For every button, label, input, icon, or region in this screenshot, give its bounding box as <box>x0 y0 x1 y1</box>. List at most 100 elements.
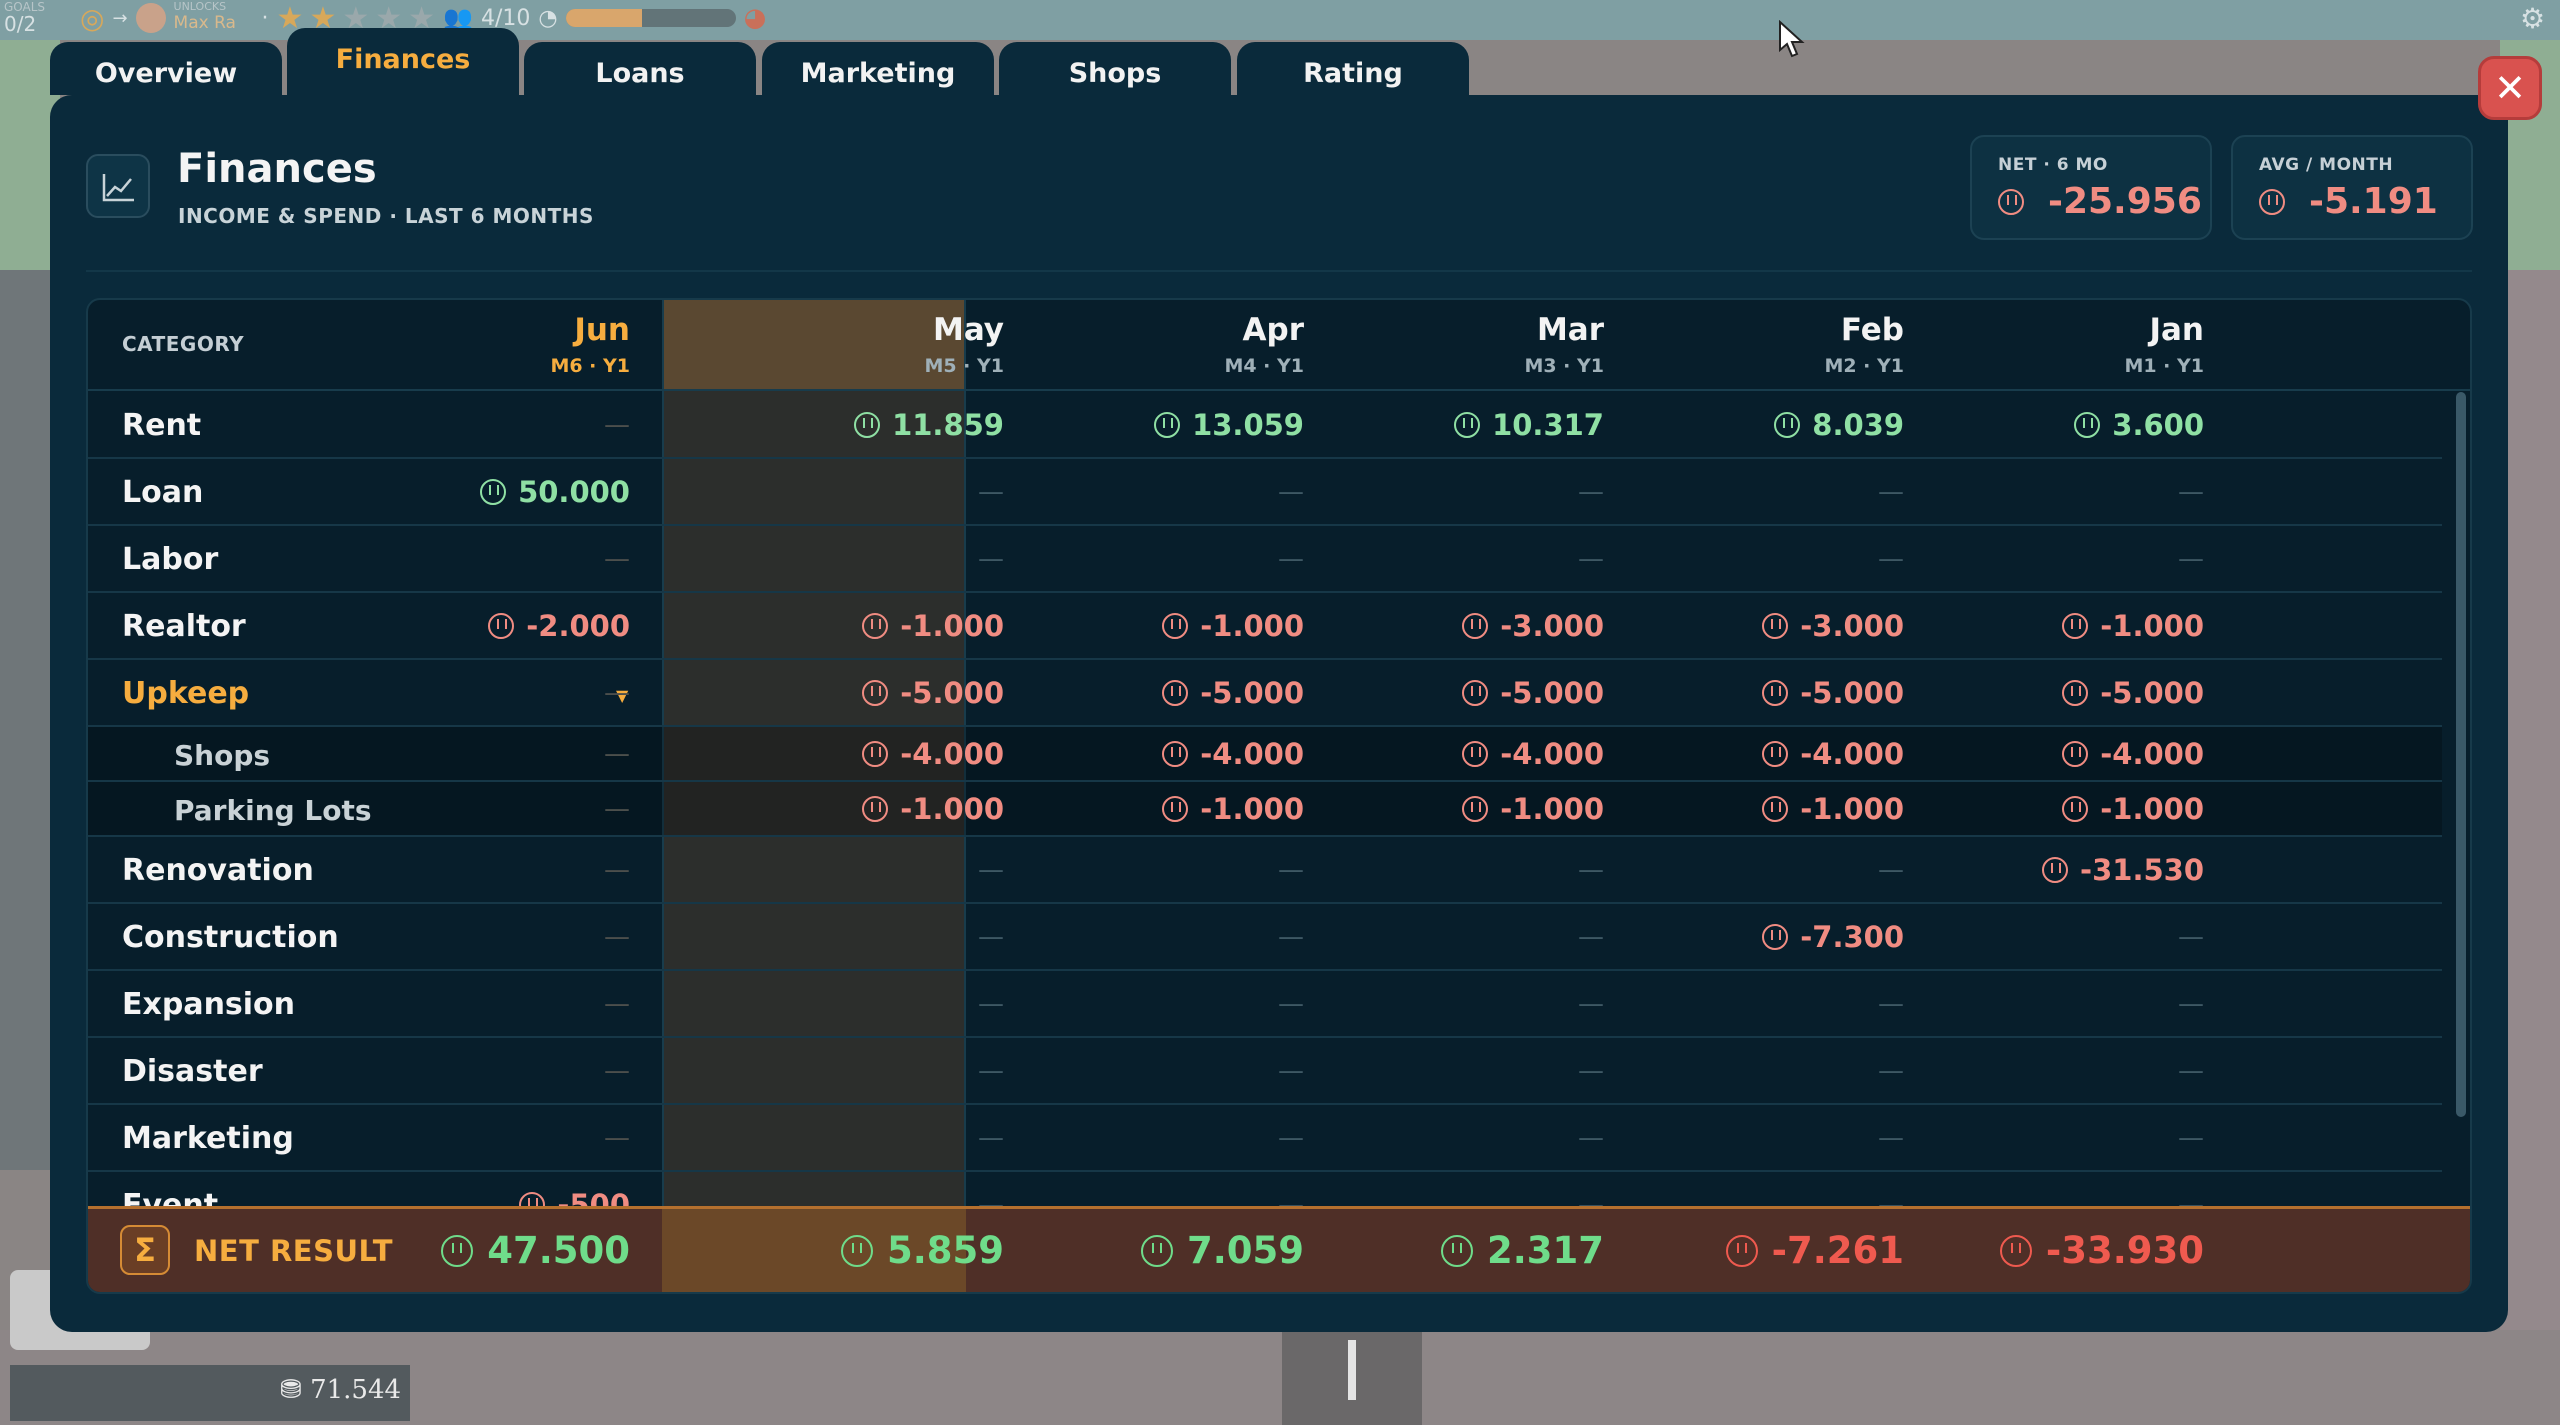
coin-icon <box>1762 923 1789 950</box>
empty-value: — <box>1278 1122 1304 1153</box>
month-sub-label: M4 · Y1 <box>1224 355 1304 377</box>
progress-bar <box>565 9 736 27</box>
stat-value: -5.191 <box>2259 181 2438 222</box>
month-sub-label: M5 · Y1 <box>924 355 1004 377</box>
mouse-cursor-icon <box>1779 20 1805 58</box>
finance-row-shops: Shops — -4.000 -4.000 -4.000 -4.000 -4.000 <box>88 727 2442 782</box>
empty-value: — <box>604 793 630 824</box>
amount-value: -1.000 <box>704 593 1004 658</box>
empty-value: — <box>604 1122 630 1153</box>
amount-value: -7.300 <box>1604 904 1904 969</box>
tab-marketing[interactable]: Marketing <box>762 42 994 95</box>
stat-label: NET · 6 MO <box>1998 155 2108 175</box>
amount-value: -5.000 <box>1904 660 2204 725</box>
month-label: Jan <box>2149 312 2204 348</box>
amount-value: -31.530 <box>1904 837 2204 902</box>
finance-row-renovation: Renovation — — — — — -31.530 <box>88 837 2442 904</box>
amount-value: -4.000 <box>1904 727 2204 780</box>
coin-icon <box>2062 795 2089 822</box>
empty-value: — <box>978 1055 1004 1086</box>
coin-icon <box>1762 795 1789 822</box>
finance-row-realtor: Realtor -2.000 -1.000 -1.000 -3.000 -3.000 -1.… <box>88 593 2442 660</box>
clock-icon: ◔ <box>538 5 558 31</box>
amount-value: 8.039 <box>1604 392 1904 457</box>
empty-value: — <box>1578 543 1604 574</box>
amount-value: -5.000 <box>1604 660 1904 725</box>
empty-value: — <box>2178 476 2204 507</box>
stat-value: -25.956 <box>1998 181 2202 222</box>
net-value: -33.930 <box>1904 1209 2204 1292</box>
coin-icon <box>2259 188 2285 215</box>
coin-icon <box>862 612 889 639</box>
amount-value: -1.000 <box>1904 593 2204 658</box>
empty-value: — <box>1878 543 1904 574</box>
coin-icon <box>1762 740 1789 767</box>
page-title: Finances <box>177 146 377 192</box>
empty-value: — <box>978 476 1004 507</box>
population-value: 4/10 <box>480 5 531 31</box>
map-tile <box>2500 270 2560 1425</box>
amount-value: -4.000 <box>1304 727 1604 780</box>
row-label: Loan <box>122 475 204 510</box>
empty-value: — <box>604 921 630 952</box>
close-button[interactable]: ✕ <box>2478 56 2542 120</box>
coin-icon <box>1440 1234 1473 1267</box>
column-header-feb: Feb M2 · Y1 <box>1604 300 1904 390</box>
coin-icon <box>2062 740 2089 767</box>
amount-value: -3.000 <box>1304 593 1604 658</box>
scrollbar[interactable] <box>2456 392 2466 1117</box>
empty-value: — <box>1278 543 1304 574</box>
empty-value: — <box>1278 854 1304 885</box>
coin-icon <box>840 1234 873 1267</box>
coin-icon <box>862 795 889 822</box>
coin-icon <box>1162 679 1189 706</box>
row-label: Expansion <box>122 987 296 1022</box>
tab-overview[interactable]: Overview <box>50 42 282 95</box>
tab-loans[interactable]: Loans <box>524 42 756 95</box>
rating-icon: ◎ <box>80 1 105 35</box>
unlocks-name: Max Ra <box>173 13 236 33</box>
empty-value: — <box>1878 1055 1904 1086</box>
settings-icon[interactable]: ⚙ <box>2520 0 2545 36</box>
empty-value: — <box>1578 921 1604 952</box>
tab-finances[interactable]: Finances <box>287 28 519 95</box>
row-label: Marketing <box>122 1121 294 1156</box>
avg-month-card: AVG / MONTH -5.191 <box>2231 135 2473 240</box>
row-label: Upkeep <box>122 676 250 711</box>
month-label: Apr <box>1242 312 1304 348</box>
empty-value: — <box>2178 921 2204 952</box>
finance-row-rent: Rent — 11.859 13.059 10.317 8.039 3.600 <box>88 392 2442 459</box>
coin-icon <box>862 679 889 706</box>
unlocks-label: UNLOCKS <box>173 0 227 13</box>
amount-value: -1.000 <box>1004 782 1304 835</box>
amount-value: -5.000 <box>1304 660 1604 725</box>
column-header-mar: Mar M3 · Y1 <box>1304 300 1604 390</box>
finance-row-loan: Loan 50.000 — — — — — <box>88 459 2442 526</box>
column-header-jan: Jan M1 · Y1 <box>1904 300 2204 390</box>
amount-value: -2.000 <box>330 593 630 658</box>
coin-icon <box>862 740 889 767</box>
empty-value: — <box>978 1122 1004 1153</box>
net-value: -7.261 <box>1604 1209 1904 1292</box>
tab-rating[interactable]: Rating <box>1237 42 1469 95</box>
finance-row-upkeep[interactable]: Upkeep ▼ — -5.000 -5.000 -5.000 -5.000 -5.000 <box>88 660 2442 727</box>
empty-value: — <box>978 543 1004 574</box>
column-header-apr: Apr M4 · Y1 <box>1004 300 1304 390</box>
row-label: Shops <box>174 739 271 772</box>
amount-value: 50.000 <box>330 459 630 524</box>
month-sub-label: M1 · Y1 <box>2124 355 2204 377</box>
tab-shops[interactable]: Shops <box>999 42 1231 95</box>
finance-row-marketing: Marketing — — — — — — <box>88 1105 2442 1172</box>
amount-value: -5.000 <box>704 660 1004 725</box>
amount-value: -4.000 <box>704 727 1004 780</box>
net-value: 7.059 <box>1004 1209 1304 1292</box>
column-header-jun: Jun M6 · Y1 <box>330 300 630 390</box>
coin-icon <box>1140 1234 1173 1267</box>
coin-icon <box>1774 411 1801 438</box>
row-label: Labor <box>122 542 219 577</box>
finance-row-parking-lots: Parking Lots — -1.000 -1.000 -1.000 -1.000 -1.… <box>88 782 2442 837</box>
empty-value: — <box>1578 1122 1604 1153</box>
category-header: CATEGORY <box>122 332 245 356</box>
amount-value: -1.000 <box>1304 782 1604 835</box>
amount-value: 11.859 <box>704 392 1004 457</box>
